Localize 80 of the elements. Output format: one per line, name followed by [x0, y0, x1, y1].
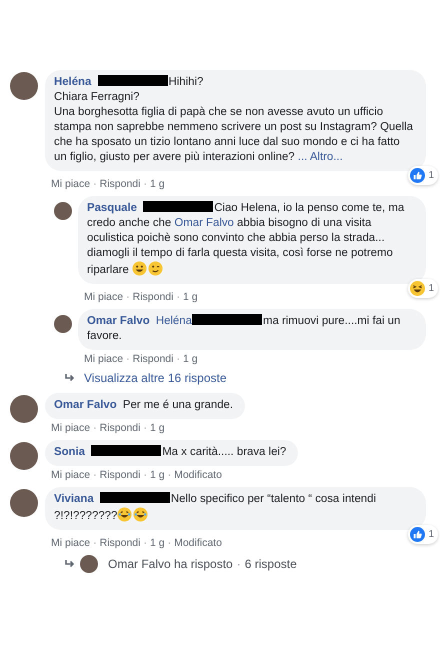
- avatar[interactable]: [10, 442, 38, 470]
- avatar[interactable]: [10, 72, 38, 100]
- avatar[interactable]: [10, 489, 38, 517]
- laughing-tears-emoji-icon: [117, 507, 132, 522]
- reaction-count: 1: [428, 170, 434, 182]
- comment-meta: 1 g: [150, 537, 165, 549]
- comment-text: Omar Falvo Per me é una grande.: [54, 399, 234, 411]
- separator-dot: ·: [126, 291, 130, 303]
- separator-dot: ·: [126, 353, 130, 365]
- author-name[interactable]: Omar Falvo: [87, 315, 150, 327]
- thumbs-up-icon: [410, 527, 426, 542]
- redaction-bar: [143, 201, 214, 212]
- reaction-badge[interactable]: 1: [408, 166, 438, 185]
- comment-action-link[interactable]: Mi piace: [51, 537, 90, 549]
- separator-dot: ·: [93, 469, 97, 481]
- comment-text: Viviana Nello specifico per “talento “ cosa intendi ?!?!???????: [54, 493, 376, 522]
- separator-dot: ·: [236, 557, 241, 571]
- comment-action-link[interactable]: Mi piace: [51, 469, 90, 481]
- comment-meta: 1 g: [182, 353, 198, 365]
- comment-meta: Modificato: [174, 537, 222, 549]
- comment-action-link[interactable]: Rispondi: [100, 178, 140, 190]
- separator-dot: ·: [93, 422, 97, 434]
- author-name[interactable]: Sonia: [54, 446, 86, 458]
- separator-dot: ·: [143, 469, 147, 481]
- comment-meta: Modificato: [174, 469, 222, 481]
- comment-text: Omar Falvo Heléna ma rimuovi pure....mi fai un favore.: [87, 315, 400, 342]
- mention-link[interactable]: Heléna: [156, 315, 192, 327]
- redaction-bar: [98, 75, 168, 86]
- mention-link[interactable]: ... Altro...: [298, 151, 343, 163]
- author-name[interactable]: Heléna: [54, 76, 92, 88]
- comment-action-link[interactable]: Mi piace: [51, 178, 90, 190]
- thumbs-up-icon: [410, 168, 426, 183]
- comment-text: Heléna Hihihi? Chiara Ferragni? Una borghesotta figlia di papà che se non avesse avuto un ufficio stampa non saprebbe nemmeno scrivere un post su Instagram? Quella che ha sposato un tizio lontano anni luce dal suo mondo e ci ha fatto un figlio, giusto per avere più interazioni online? ... Altro...: [54, 76, 413, 163]
- comment-action-link[interactable]: Mi piace: [84, 353, 124, 365]
- mention-link[interactable]: Omar Falvo: [174, 217, 234, 229]
- avatar[interactable]: [54, 315, 72, 333]
- redaction-bar: [192, 314, 262, 325]
- separator-dot: ·: [93, 537, 97, 549]
- comment-action-link[interactable]: Mi piace: [84, 291, 124, 303]
- separator-dot: ·: [168, 537, 172, 549]
- reaction-badge[interactable]: 1: [408, 279, 438, 298]
- reaction-badge[interactable]: 1: [408, 525, 438, 544]
- reply-arrow-icon: [64, 559, 76, 569]
- comment-action-link[interactable]: Mi piace: [51, 422, 90, 434]
- reply-arrow-icon: [64, 373, 76, 383]
- replies-link[interactable]: 6 risposte: [244, 557, 297, 571]
- author-name[interactable]: Omar Falvo: [54, 399, 117, 411]
- avatar[interactable]: [54, 202, 72, 220]
- winking-emoji-icon: [148, 261, 163, 276]
- avatar[interactable]: [10, 395, 38, 423]
- smiley-emoji-icon: [132, 261, 147, 276]
- separator-dot: ·: [143, 178, 147, 190]
- comment-action-link[interactable]: Rispondi: [100, 422, 140, 434]
- author-name[interactable]: Viviana: [54, 493, 94, 505]
- comment-action-link[interactable]: Rispondi: [100, 537, 140, 549]
- comment-action-link[interactable]: Rispondi: [132, 353, 174, 365]
- laughing-emoji-icon: [410, 281, 426, 296]
- separator-dot: ·: [143, 537, 147, 549]
- replies-link[interactable]: Omar Falvo ha risposto: [108, 557, 233, 571]
- comment-action-link[interactable]: Rispondi: [132, 291, 174, 303]
- separator-dot: ·: [93, 178, 97, 190]
- separator-dot: ·: [168, 469, 172, 481]
- comment-action-link[interactable]: Rispondi: [100, 469, 140, 481]
- comment-meta: 1 g: [150, 178, 165, 190]
- comment-text: Sonia Ma x carità..... brava lei?: [54, 446, 286, 458]
- laughing-tears-emoji-icon: [133, 507, 148, 522]
- separator-dot: ·: [176, 353, 180, 365]
- redaction-bar: [100, 492, 170, 503]
- comment-meta: 1 g: [182, 291, 198, 303]
- comment-text: Pasquale Ciao Helena, io la penso come te, ma credo anche che Omar Falvo abbia bisogno di una visita oculistica poichè sono convinto che abbia perso la strada... diamogli il tempo di farla questa visita, così forse ne potremo riparlare: [87, 202, 404, 276]
- view-more-replies-link[interactable]: Visualizza altre 16 risposte: [84, 371, 227, 385]
- author-name[interactable]: Pasquale: [87, 202, 138, 214]
- avatar: [80, 555, 98, 573]
- reaction-count: 1: [428, 528, 434, 540]
- separator-dot: ·: [176, 291, 180, 303]
- comment-meta: 1 g: [150, 469, 165, 481]
- separator-dot: ·: [143, 422, 147, 434]
- comment-meta: 1 g: [150, 422, 165, 434]
- reaction-count: 1: [428, 282, 434, 294]
- redaction-bar: [91, 445, 162, 456]
